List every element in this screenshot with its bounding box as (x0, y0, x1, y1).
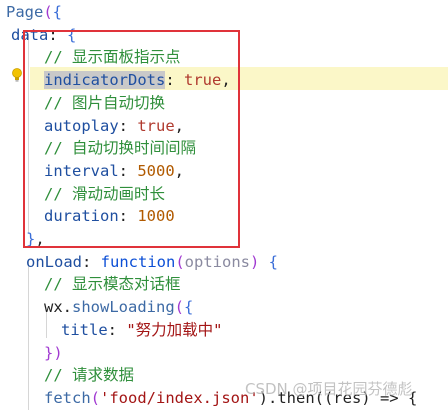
code-line-17: // 请求数据 (44, 364, 134, 387)
prop-onLoad: onLoad (26, 252, 82, 271)
annotation-red-box (23, 30, 240, 248)
function-fetch: fetch (44, 388, 91, 407)
code-editor[interactable]: Page({ data: { // 显示面板指示点 indicatorDots:… (0, 0, 448, 410)
code-line-12: onLoad: function(options) { (26, 251, 278, 274)
dot: . (62, 298, 73, 317)
code-line-16: }) (44, 342, 63, 365)
string-value: "努力加载中" (126, 320, 223, 339)
paren: ( (90, 388, 101, 407)
colon: : (107, 320, 127, 339)
brace: { (259, 252, 279, 271)
watermark: CSDN @项目花园芬德彪 (245, 380, 413, 398)
lightbulb-icon[interactable] (11, 68, 23, 82)
paren: ) (250, 252, 260, 271)
paren: ( (43, 3, 53, 21)
brace: { (184, 298, 194, 317)
colon: : (82, 252, 101, 271)
method-showLoading: showLoading (72, 298, 175, 317)
param-options: options (184, 252, 250, 271)
indent-guide (28, 260, 29, 410)
code-line-13: // 显示模态对话框 (44, 273, 181, 296)
code-line-1: Page({ (6, 1, 62, 24)
prop-title: title (61, 320, 108, 339)
string-url: 'food/index.json' (100, 388, 259, 407)
paren: ( (175, 252, 185, 271)
brace-paren-close: }) (44, 343, 63, 362)
page-call: Page (6, 3, 44, 21)
keyword-function: function (100, 252, 176, 271)
code-line-14: wx.showLoading({ (44, 296, 193, 319)
paren: ( (174, 298, 185, 317)
object-wx: wx (44, 298, 63, 317)
brace: { (52, 3, 63, 21)
comment: // 请求数据 (44, 366, 134, 385)
code-line-15: title: "努力加载中" (61, 319, 223, 342)
comment: // 显示模态对话框 (44, 275, 181, 294)
